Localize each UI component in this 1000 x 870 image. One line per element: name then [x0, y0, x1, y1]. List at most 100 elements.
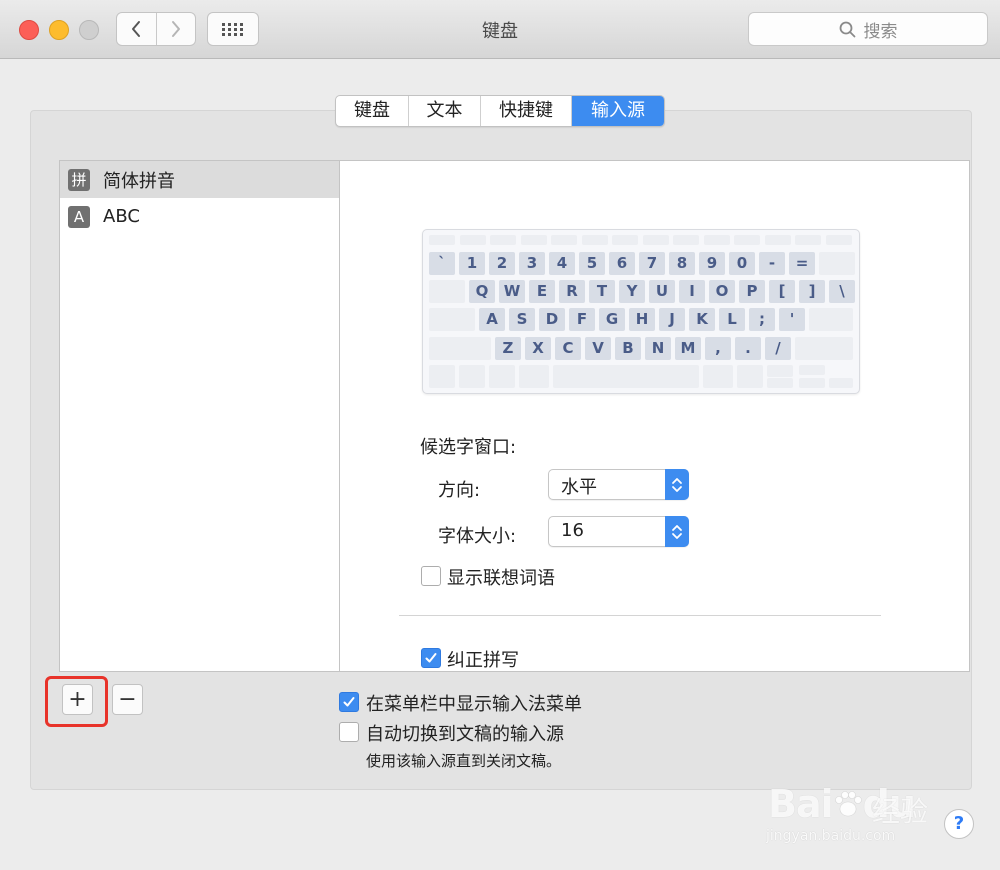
keyboard-key-blank — [581, 235, 608, 245]
remove-source-button[interactable]: − — [112, 684, 143, 715]
show-input-menu-label: 在菜单栏中显示输入法菜单 — [366, 694, 582, 715]
keyboard-key: 0 — [729, 252, 755, 275]
source-item-simplified-pinyin[interactable]: 拼 简体拼音 — [60, 161, 340, 198]
tab-keyboard[interactable]: 键盘 — [336, 96, 408, 126]
keyboard-key: W — [499, 280, 525, 303]
keyboard-key: Z — [495, 337, 521, 360]
keyboard-key: J — [659, 308, 685, 331]
keyboard-key-blank — [795, 235, 821, 245]
abc-icon: A — [68, 205, 90, 228]
keyboard-key-blank — [459, 365, 485, 388]
keyboard-key: 3 — [519, 252, 545, 275]
source-label: 简体拼音 — [103, 170, 175, 192]
keyboard-key-blank — [429, 337, 491, 360]
show-predictions-label: 显示联想词语 — [447, 568, 555, 589]
source-item-abc[interactable]: A ABC — [60, 198, 340, 235]
source-label: ABC — [103, 206, 140, 227]
keyboard-key-blank — [429, 365, 455, 388]
font-size-label: 字体大小: — [438, 526, 517, 547]
keyboard-key: / — [765, 337, 791, 360]
keyboard-key: L — [719, 308, 745, 331]
keyboard-key: V — [585, 337, 611, 360]
candidate-window-title: 候选字窗口: — [420, 437, 517, 458]
keyboard-key: \ — [829, 280, 855, 303]
watermark-url: jingyan.baidu.com — [766, 828, 896, 844]
keyboard-key: ` — [429, 252, 455, 275]
keyboard-key: 8 — [669, 252, 695, 275]
font-size-value: 16 — [561, 520, 584, 541]
font-size-popup[interactable]: 16 — [548, 516, 689, 547]
keyboard-key: 9 — [699, 252, 725, 275]
keyboard-key-blank — [767, 378, 793, 388]
keyboard-key: H — [629, 308, 655, 331]
checkmark-icon — [343, 697, 355, 707]
keyboard-key-blank — [829, 378, 853, 388]
keyboard-key: 7 — [639, 252, 665, 275]
keyboard-key: 4 — [549, 252, 575, 275]
keyboard-key: Q — [469, 280, 495, 303]
keyboard-key: A — [479, 308, 505, 331]
checkmark-icon — [425, 653, 437, 663]
keyboard-key-blank — [767, 365, 793, 377]
search-icon — [839, 21, 855, 37]
keyboard-key: O — [709, 280, 735, 303]
auto-switch-checkbox[interactable] — [339, 722, 359, 742]
keyboard-key: M — [675, 337, 701, 360]
keyboard-key-blank — [703, 235, 730, 245]
keyboard-key: , — [705, 337, 731, 360]
help-button[interactable]: ? — [944, 809, 974, 839]
keyboard-key: T — [589, 280, 615, 303]
keyboard-key-blank — [429, 280, 465, 303]
highlight-box — [45, 676, 108, 727]
keyboard-key: P — [739, 280, 765, 303]
input-source-list: 拼 简体拼音 A ABC — [59, 160, 340, 672]
keyboard-preview: ` 1 2 3 4 5 6 7 8 9 0- = Q W E R T Y U I O P[] \ A S D F G H J K L; ' Z X C… — [422, 229, 860, 394]
keyboard-key-blank — [642, 235, 669, 245]
keyboard-key-blank — [795, 337, 853, 360]
keyboard-key-blank — [734, 235, 760, 245]
search-placeholder: 搜索 — [863, 21, 898, 42]
keyboard-key: ; — [749, 308, 775, 331]
keyboard-key-blank — [819, 252, 855, 275]
divider — [399, 615, 881, 616]
keyboard-key-blank — [764, 235, 791, 245]
tab-input-sources[interactable]: 输入源 — [571, 96, 664, 126]
tab-text[interactable]: 文本 — [408, 96, 480, 126]
pinyin-icon: 拼 — [68, 168, 90, 191]
direction-value: 水平 — [561, 477, 597, 498]
auto-switch-description: 使用该输入源直到关闭文稿。 — [366, 752, 562, 770]
keyboard-key: E — [529, 280, 555, 303]
keyboard-key: 2 — [489, 252, 515, 275]
keyboard-key: X — [525, 337, 551, 360]
keyboard-key-blank — [553, 365, 699, 388]
keyboard-key-blank — [737, 365, 763, 388]
keyboard-key-blank — [825, 235, 852, 245]
keyboard-key: ' — [779, 308, 805, 331]
keyboard-key-blank — [459, 235, 486, 245]
updown-arrows-icon — [665, 516, 689, 547]
keyboard-key-blank — [809, 308, 853, 331]
keyboard-key-blank — [429, 235, 455, 245]
keyboard-key: = — [789, 252, 815, 275]
show-input-menu-checkbox[interactable] — [339, 692, 359, 712]
keyboard-key: Y — [619, 280, 645, 303]
updown-arrows-icon — [665, 469, 689, 500]
watermark-cn: 经验 — [872, 795, 929, 828]
keyboard-key: B — [615, 337, 641, 360]
keyboard-key: 6 — [609, 252, 635, 275]
title-bar: 键盘 搜索 — [0, 0, 1000, 59]
direction-label: 方向: — [438, 480, 481, 501]
direction-popup[interactable]: 水平 — [548, 469, 689, 500]
tab-bar: 键盘 文本 快捷键 输入源 — [335, 95, 665, 127]
search-field[interactable]: 搜索 — [748, 12, 988, 46]
show-predictions-checkbox[interactable] — [421, 566, 441, 586]
keyboard-key: S — [509, 308, 535, 331]
keyboard-key: R — [559, 280, 585, 303]
keyboard-key: ] — [799, 280, 825, 303]
input-source-detail: ` 1 2 3 4 5 6 7 8 9 0- = Q W E R T Y U I O P[] \ A S D F G H J K L; ' Z X C… — [339, 160, 970, 672]
tab-shortcuts[interactable]: 快捷键 — [480, 96, 571, 126]
keyboard-key: I — [679, 280, 705, 303]
autocorrect-checkbox[interactable] — [421, 648, 441, 668]
keyboard-key: 5 — [579, 252, 605, 275]
keyboard-key-blank — [490, 235, 516, 245]
